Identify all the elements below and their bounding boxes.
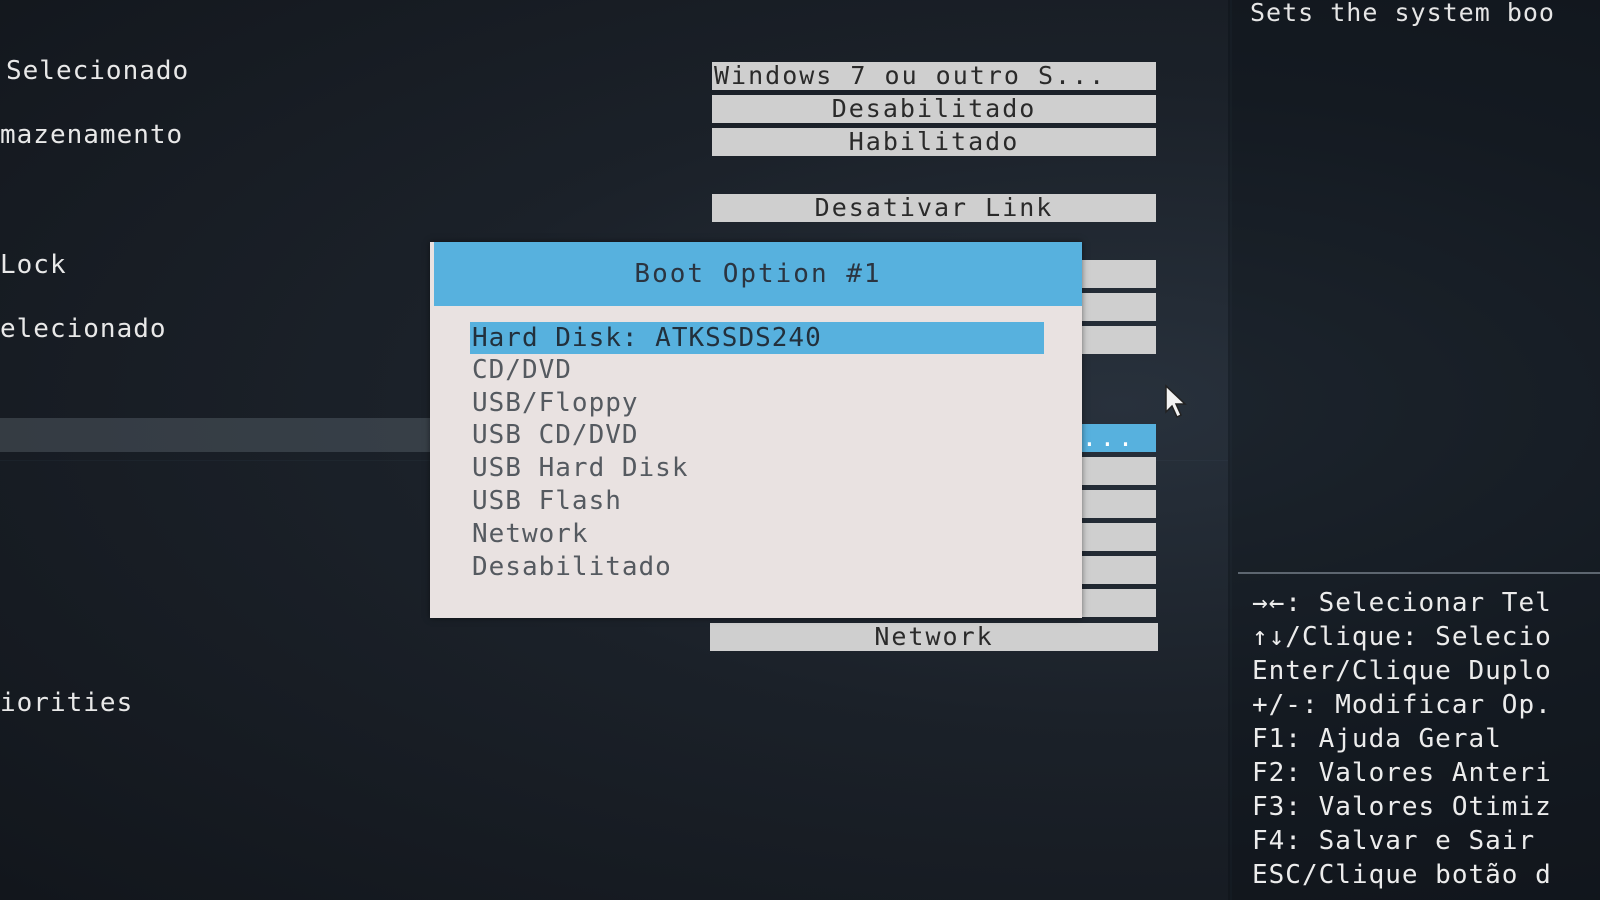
bios-screen: Selecionado mazenamento Lock elecionado … bbox=[0, 0, 1600, 900]
value-os-type[interactable]: Windows 7 ou outro S... bbox=[712, 62, 1156, 90]
mouse-cursor-icon bbox=[1165, 384, 1187, 419]
help-key-modify: +/-: Modificar Op. bbox=[1252, 690, 1552, 720]
menu-item-armazenamento[interactable]: mazenamento bbox=[0, 120, 183, 150]
help-key-select-item: ↑↓/Clique: Selecio bbox=[1252, 622, 1552, 652]
popup-option-cd-dvd[interactable]: CD/DVD bbox=[470, 354, 1044, 386]
help-key-f1: F1: Ajuda Geral bbox=[1252, 724, 1502, 754]
help-key-select-screen: →←: Selecionar Tel bbox=[1252, 588, 1552, 618]
help-key-f4: F4: Salvar e Sair bbox=[1252, 826, 1536, 856]
popup-option-desabilitado[interactable]: Desabilitado bbox=[470, 551, 1044, 583]
popup-option-usb-flash[interactable]: USB Flash bbox=[470, 485, 1044, 517]
popup-option-network[interactable]: Network bbox=[470, 518, 1044, 550]
menu-item-selecionado-2[interactable]: elecionado bbox=[0, 314, 167, 344]
value-desativar-link[interactable]: Desativar Link bbox=[712, 194, 1156, 222]
popup-option-hard-disk[interactable]: Hard Disk: ATKSSDS240 bbox=[470, 322, 1044, 354]
menu-item-selecionado[interactable]: Selecionado bbox=[6, 56, 189, 86]
value-network[interactable]: Network bbox=[710, 623, 1158, 651]
help-key-f2: F2: Valores Anteri bbox=[1252, 758, 1552, 788]
popup-option-usb-hard-disk[interactable]: USB Hard Disk bbox=[470, 452, 1044, 484]
menu-item-boot-priorities[interactable]: iorities bbox=[0, 688, 133, 718]
popup-option-usb-cd-dvd[interactable]: USB CD/DVD bbox=[470, 419, 1044, 451]
popup-option-usb-floppy[interactable]: USB/Floppy bbox=[470, 387, 1044, 419]
value-desabilitado[interactable]: Desabilitado bbox=[712, 95, 1156, 123]
help-divider bbox=[1238, 572, 1600, 574]
popup-title: Boot Option #1 bbox=[434, 242, 1082, 306]
help-key-esc: ESC/Clique botão d bbox=[1252, 860, 1552, 890]
help-key-enter: Enter/Clique Duplo bbox=[1252, 656, 1552, 686]
value-habilitado[interactable]: Habilitado bbox=[712, 128, 1156, 156]
help-key-f3: F3: Valores Otimiz bbox=[1252, 792, 1552, 822]
help-description: Sets the system boo bbox=[1250, 0, 1555, 27]
boot-option-popup: Boot Option #1 Hard Disk: ATKSSDS240 CD/… bbox=[430, 242, 1082, 618]
menu-item-numlock[interactable]: Lock bbox=[0, 250, 67, 280]
menu-highlight-row[interactable] bbox=[0, 418, 438, 452]
